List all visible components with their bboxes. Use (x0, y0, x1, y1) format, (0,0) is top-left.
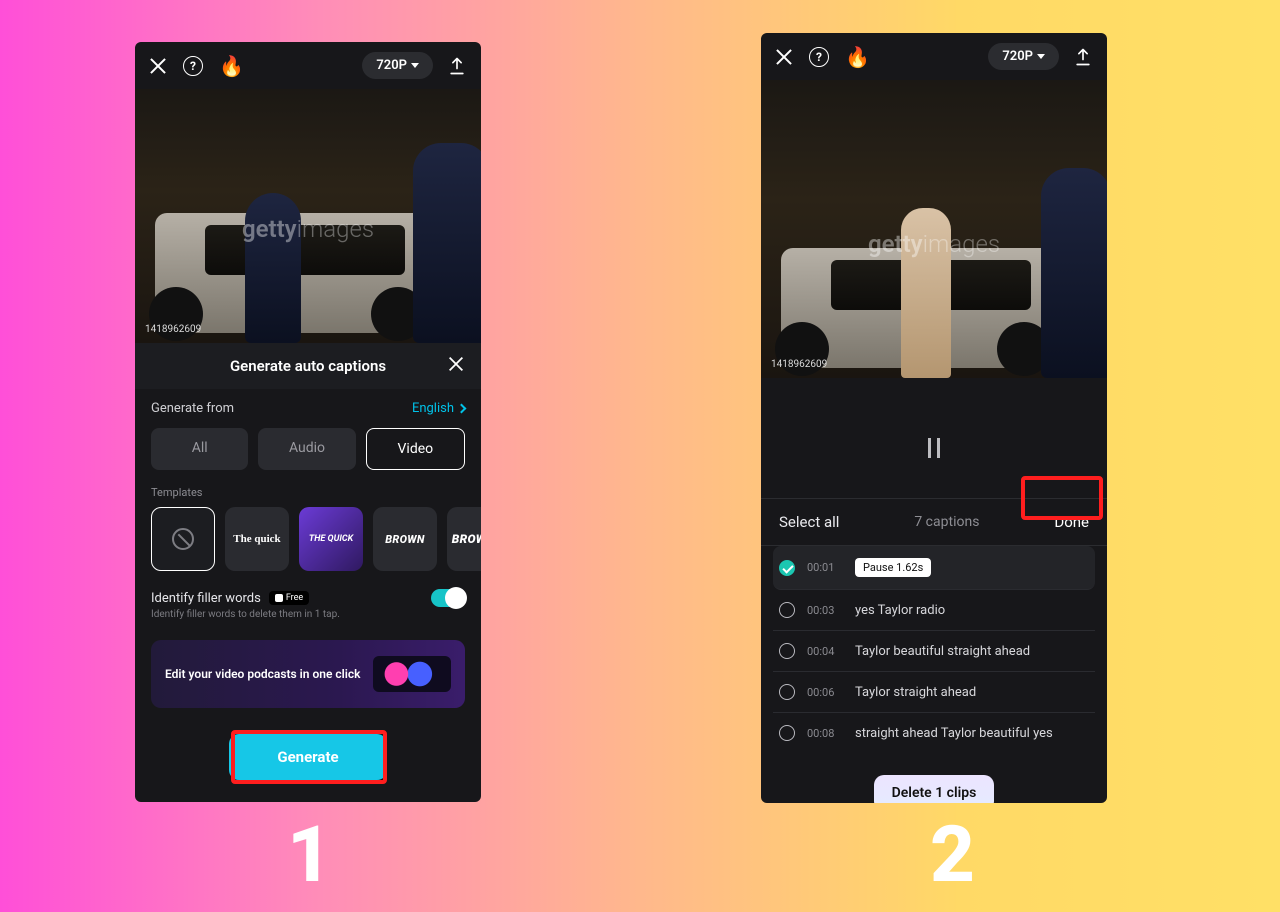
delete-clips-button[interactable]: Delete 1 clips (874, 775, 995, 803)
person-shape (1041, 168, 1107, 378)
resolution-label: 720P (376, 58, 407, 73)
caption-count: 7 captions (914, 514, 979, 530)
caption-text: yes Taylor radio (855, 603, 945, 618)
templates-row[interactable]: The quick THE QUICK BROWN BROW (135, 507, 481, 571)
language-selector[interactable]: English (412, 401, 465, 416)
caption-item[interactable]: 00:03 yes Taylor radio (773, 590, 1095, 631)
template-option[interactable]: BROW (447, 507, 481, 571)
resolution-button[interactable]: 720P (362, 52, 433, 79)
step-number: 1 (287, 810, 332, 901)
pause-chip: Pause 1.62s (855, 558, 931, 577)
timestamp: 00:08 (807, 727, 843, 740)
video-preview[interactable]: gettyimages 1418962609 (135, 89, 481, 343)
phone-screen-1: ? 🔥 720P gettyimages 1418962609 Generate… (135, 42, 481, 802)
export-icon[interactable] (447, 56, 467, 76)
asset-id: 1418962609 (771, 359, 827, 370)
free-badge: Free (269, 591, 309, 605)
step-number: 2 (930, 810, 975, 901)
template-option[interactable]: The quick (225, 507, 289, 571)
caption-item[interactable]: 00:04 Taylor beautiful straight ahead (773, 631, 1095, 672)
checkbox-icon[interactable] (779, 725, 795, 741)
caption-text: Taylor straight ahead (855, 685, 976, 700)
watermark: gettyimages (242, 215, 374, 243)
tab-all[interactable]: All (151, 428, 248, 470)
done-button[interactable]: Done (1054, 513, 1089, 531)
panel-title-bar: Generate auto captions (135, 343, 481, 389)
flame-icon[interactable]: 🔥 (845, 45, 870, 69)
template-option[interactable]: BROWN (373, 507, 437, 571)
none-icon (172, 528, 194, 550)
timestamp: 00:03 (807, 604, 843, 617)
chevron-down-icon (1037, 54, 1045, 59)
filler-words-toggle[interactable] (431, 589, 465, 607)
podcast-cta-card[interactable]: Edit your video podcasts in one click (151, 640, 465, 708)
resolution-button[interactable]: 720P (988, 43, 1059, 70)
watermark: gettyimages (868, 230, 1000, 258)
person-shape (413, 143, 481, 343)
asset-id: 1418962609 (145, 324, 201, 335)
checkbox-icon[interactable] (779, 602, 795, 618)
close-icon[interactable] (448, 356, 464, 372)
close-icon[interactable] (775, 48, 793, 66)
chevron-right-icon (457, 404, 467, 414)
templates-label: Templates (135, 482, 481, 507)
caption-item[interactable]: 00:06 Taylor straight ahead (773, 672, 1095, 713)
timestamp: 00:04 (807, 645, 843, 658)
checkbox-icon[interactable] (779, 560, 795, 576)
filler-words-subtitle: Identify filler words to delete them in … (135, 609, 481, 632)
export-icon[interactable] (1073, 47, 1093, 67)
pause-icon[interactable] (761, 378, 1107, 498)
filler-words-row: Identify filler words Free (135, 571, 481, 609)
video-preview[interactable]: gettyimages 1418962609 (761, 80, 1107, 378)
caption-item[interactable]: 00:08 straight ahead Taylor beautiful ye… (773, 713, 1095, 753)
timestamp: 00:06 (807, 686, 843, 699)
select-all-button[interactable]: Select all (779, 513, 839, 531)
close-icon[interactable] (149, 57, 167, 75)
resolution-label: 720P (1002, 49, 1033, 64)
checkbox-icon[interactable] (779, 684, 795, 700)
wave-graphic (373, 656, 451, 692)
timestamp: 00:01 (807, 561, 843, 574)
top-bar: ? 🔥 720P (761, 33, 1107, 80)
help-icon[interactable]: ? (809, 47, 829, 67)
caption-text: Taylor beautiful straight ahead (855, 644, 1030, 659)
caption-text: straight ahead Taylor beautiful yes (855, 726, 1053, 741)
generate-from-row: Generate from English (135, 389, 481, 428)
tab-audio[interactable]: Audio (258, 428, 355, 470)
podcast-cta-label: Edit your video podcasts in one click (165, 667, 361, 681)
generate-button[interactable]: Generate (229, 734, 386, 780)
source-tabs: All Audio Video (135, 428, 481, 482)
captions-header: Select all 7 captions Done (761, 498, 1107, 546)
template-none[interactable] (151, 507, 215, 571)
filler-words-title: Identify filler words Free (151, 591, 309, 606)
captions-list: 00:01 Pause 1.62s 00:03 yes Taylor radio… (761, 546, 1107, 753)
checkbox-icon[interactable] (779, 643, 795, 659)
chevron-down-icon (411, 63, 419, 68)
help-icon[interactable]: ? (183, 56, 203, 76)
generate-from-label: Generate from (151, 401, 234, 416)
phone-screen-2: ? 🔥 720P gettyimages 1418962609 Select a… (761, 33, 1107, 803)
top-bar: ? 🔥 720P (135, 42, 481, 89)
template-option[interactable]: THE QUICK (299, 507, 363, 571)
flame-icon[interactable]: 🔥 (219, 54, 244, 78)
panel-title: Generate auto captions (230, 357, 386, 375)
tab-video[interactable]: Video (366, 428, 465, 470)
caption-item[interactable]: 00:01 Pause 1.62s (773, 546, 1095, 590)
